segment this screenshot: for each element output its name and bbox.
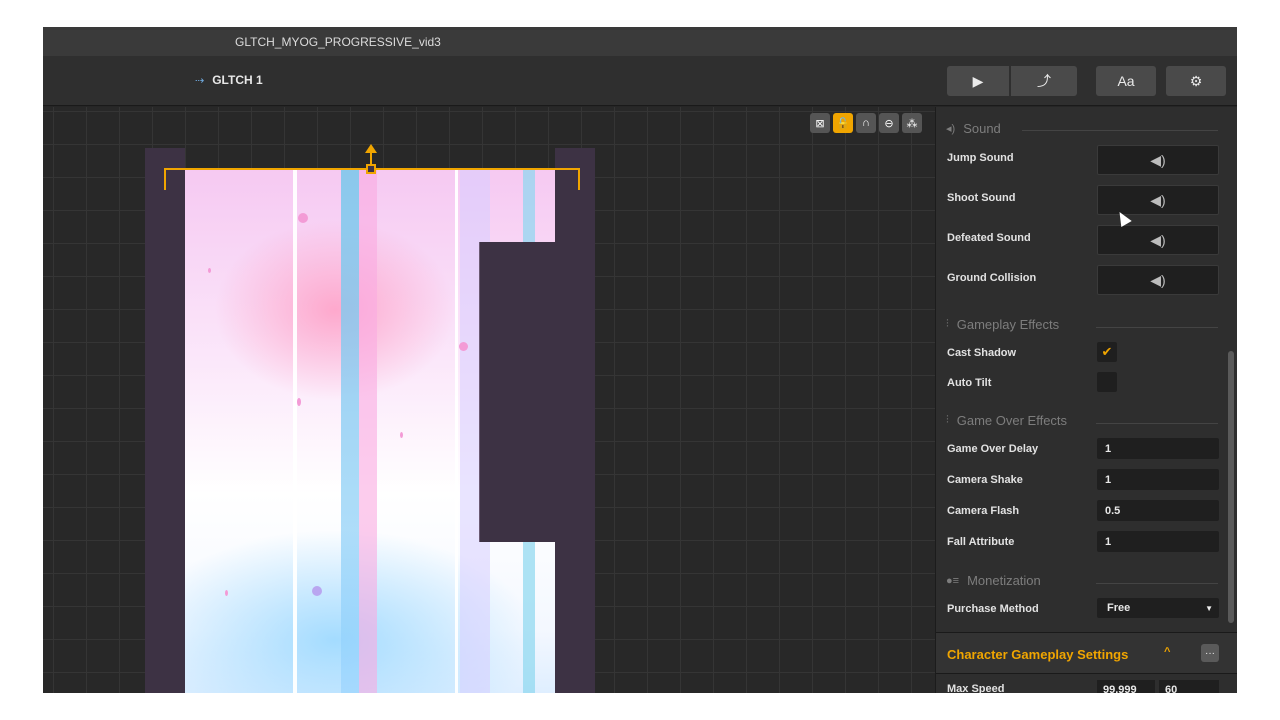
jump-sound-button[interactable]: ◀) (1097, 145, 1219, 175)
speaker-icon: ◀) (1150, 231, 1166, 248)
debug-icon[interactable]: ⁂ (902, 113, 922, 133)
defeated-sound-label: Defeated Sound (947, 232, 1031, 244)
magnet-icon[interactable]: ∩ (856, 113, 876, 133)
defeated-sound-button[interactable]: ◀) (1097, 225, 1219, 255)
monetization-title: Monetization (967, 573, 1041, 588)
character-settings-header[interactable]: Character Gameplay Settings ^ ··· (936, 632, 1237, 674)
anchor-handle[interactable] (366, 164, 376, 174)
left-wall (145, 148, 185, 693)
section-divider (1022, 130, 1218, 131)
sound-section-title: Sound (963, 121, 1001, 136)
gameplay-effects-title: Gameplay Effects (956, 317, 1060, 332)
title-bar: GLTCH_MYOG_PROGRESSIVE_vid3 (43, 27, 1237, 56)
editor-window: GLTCH_MYOG_PROGRESSIVE_vid3 ⇢ GLTCH 1 ▶ … (43, 27, 1237, 693)
auto-tilt-label: Auto Tilt (947, 377, 992, 389)
lock-icon[interactable]: 🔓 (833, 113, 853, 133)
font-button[interactable]: Aa (1096, 66, 1156, 96)
speaker-icon: ◀) (1150, 191, 1166, 208)
font-label: Aa (1117, 73, 1135, 89)
game-over-delay-input[interactable]: 1 (1097, 438, 1219, 459)
play-icon: ▶ (972, 72, 984, 89)
shoot-sound-label: Shoot Sound (947, 192, 1016, 204)
share-button[interactable]: ⤴ (1011, 66, 1077, 96)
section-divider (1096, 583, 1218, 584)
particle (312, 586, 322, 596)
max-speed-input-b[interactable]: 60 (1159, 680, 1219, 693)
gameplay-effects-header: ⫶ Gameplay Effects (946, 317, 1059, 332)
cast-shadow-checkbox[interactable]: ✔ (1097, 342, 1117, 362)
checkmark-icon: ✔ (1101, 344, 1113, 359)
max-speed-input-a[interactable]: 99.999 (1097, 680, 1155, 693)
toolbar: ⇢ GLTCH 1 ▶ ⤴ Aa ⚙ (43, 56, 1237, 106)
speaker-icon: ◂) (946, 123, 956, 135)
fall-attribute-input[interactable]: 1 (1097, 531, 1219, 552)
game-over-effects-title: Game Over Effects (956, 413, 1068, 428)
camera-flash-label: Camera Flash (947, 505, 1020, 517)
toggle-list-icon: ●≡ (946, 574, 960, 587)
max-speed-label: Max Speed (947, 683, 1005, 693)
light-beam (293, 170, 297, 693)
canvas-tools: ⊠ 🔓 ∩ ⊖ ⁂ (810, 113, 922, 133)
chevron-up-icon[interactable]: ^ (1164, 646, 1170, 658)
caret-down-icon: ▼ (1205, 603, 1213, 613)
purchase-method-select[interactable]: Free ▼ (1097, 598, 1219, 618)
particle (208, 268, 211, 273)
particle (459, 342, 468, 351)
light-beam (341, 170, 359, 693)
sliders-icon: ⫶ (946, 414, 949, 426)
move-up-arrow-icon[interactable] (365, 144, 377, 153)
scene-canvas[interactable]: ⊠ 🔓 ∩ ⊖ ⁂ (43, 107, 935, 693)
more-options-button[interactable]: ··· (1201, 644, 1219, 662)
game-over-delay-label: Game Over Delay (947, 443, 1039, 455)
window-title: GLTCH_MYOG_PROGRESSIVE_vid3 (235, 35, 441, 49)
obstacle-block[interactable] (479, 242, 555, 542)
shoot-sound-button[interactable]: ◀) (1097, 185, 1219, 215)
monetization-header: ●≡ Monetization (946, 573, 1041, 588)
particle (297, 398, 301, 406)
particle (400, 432, 403, 438)
camera-shake-input[interactable]: 1 (1097, 469, 1219, 490)
character-settings-title: Character Gameplay Settings (947, 647, 1129, 662)
particle (225, 590, 228, 596)
scene-arrow-icon: ⇢ (195, 74, 205, 87)
speaker-icon: ◀) (1150, 271, 1166, 288)
sliders-icon: ⫶ (946, 318, 949, 330)
right-wall (555, 148, 595, 693)
inspector-scrollbar[interactable] (1228, 351, 1234, 623)
light-beam (359, 170, 377, 693)
cast-shadow-label: Cast Shadow (947, 347, 1017, 359)
purchase-method-value: Free (1107, 602, 1131, 614)
light-beam (455, 170, 458, 693)
jump-sound-label: Jump Sound (947, 152, 1014, 164)
ground-collision-button[interactable]: ◀) (1097, 265, 1219, 295)
play-button[interactable]: ▶ (947, 66, 1009, 96)
scene-selector[interactable]: ⇢ GLTCH 1 (195, 73, 263, 87)
camera-flash-input[interactable]: 0.5 (1097, 500, 1219, 521)
share-icon: ⤴ (1037, 73, 1051, 89)
inspector-panel: ◂) Sound Jump Sound ◀) Shoot Sound ◀) De… (935, 107, 1237, 693)
purchase-method-label: Purchase Method (947, 603, 1039, 615)
ground-collision-label: Ground Collision (947, 272, 1037, 284)
grid-snap-icon[interactable]: ⊠ (810, 113, 830, 133)
fall-attribute-label: Fall Attribute (947, 536, 1015, 548)
scene-name: GLTCH 1 (212, 73, 263, 87)
camera-shake-label: Camera Shake (947, 474, 1023, 486)
gear-icon: ⚙ (1189, 72, 1203, 89)
game-over-effects-header: ⫶ Game Over Effects (946, 413, 1067, 428)
speaker-icon: ◀) (1150, 151, 1166, 168)
section-divider (1096, 327, 1218, 328)
link-icon[interactable]: ⊖ (879, 113, 899, 133)
auto-tilt-checkbox[interactable] (1097, 372, 1117, 392)
particle (298, 213, 308, 223)
section-divider (1096, 423, 1218, 424)
settings-button[interactable]: ⚙ (1166, 66, 1226, 96)
sound-section-header: ◂) Sound (946, 121, 1001, 136)
